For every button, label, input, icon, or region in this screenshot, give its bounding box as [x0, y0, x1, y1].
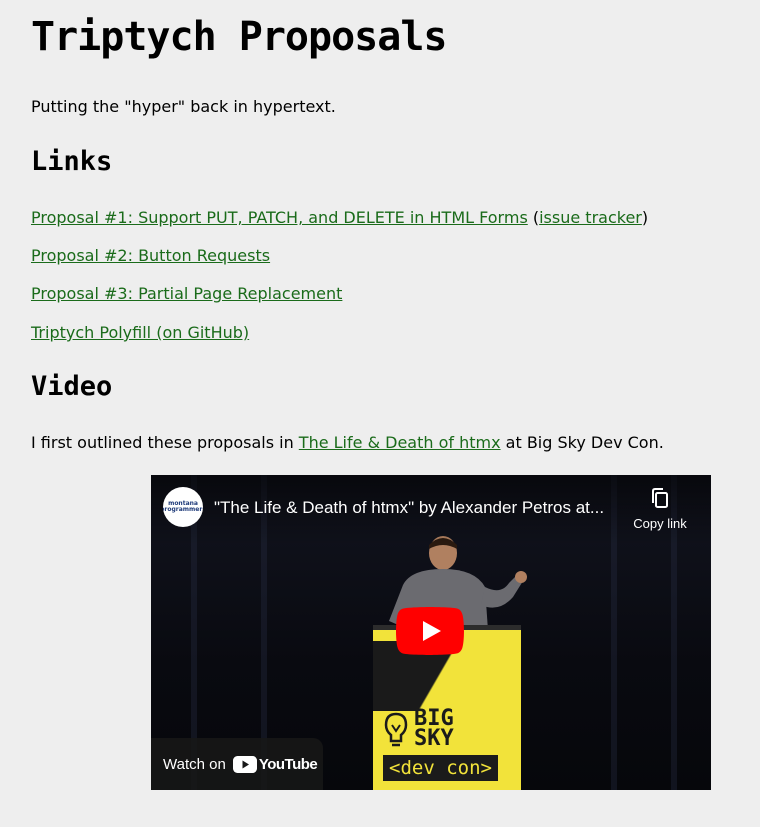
copy-link-label: Copy link	[633, 516, 687, 531]
big-sky-text: BIG SKY	[414, 706, 454, 751]
video-heading: Video	[31, 371, 113, 402]
video-intro-after: at Big Sky Dev Con.	[500, 433, 664, 452]
youtube-wordmark: YouTube	[258, 755, 318, 773]
polyfill-link[interactable]: Triptych Polyfill (on GitHub)	[31, 323, 249, 342]
youtube-play-icon	[232, 755, 257, 773]
bulb-icon	[384, 712, 408, 747]
channel-avatar[interactable]: montana programmers	[163, 487, 203, 527]
link-row-proposal-1: Proposal #1: Support PUT, PATCH, and DEL…	[31, 208, 648, 227]
issue-tracker-link[interactable]: issue tracker	[539, 208, 642, 227]
copy-link-button[interactable]: Copy link	[625, 487, 695, 531]
proposal-3-link[interactable]: Proposal #3: Partial Page Replacement	[31, 284, 342, 303]
proposal-1-link[interactable]: Proposal #1: Support PUT, PATCH, and DEL…	[31, 208, 528, 227]
watch-on-label: Watch on	[163, 755, 226, 773]
link-row-polyfill: Triptych Polyfill (on GitHub)	[31, 323, 249, 342]
channel-avatar-subtext: programmers	[163, 506, 203, 513]
copy-icon	[652, 488, 668, 508]
paren-close: )	[641, 208, 649, 227]
page-title: Triptych Proposals	[31, 14, 447, 60]
paren-open: (	[527, 208, 540, 227]
video-title[interactable]: "The Life & Death of htmx" by Alexander …	[214, 498, 624, 518]
proposal-2-link[interactable]: Proposal #2: Button Requests	[31, 246, 270, 265]
video-intro-before: I first outlined these proposals in	[31, 433, 299, 452]
life-death-htmx-link[interactable]: The Life & Death of htmx	[299, 433, 501, 452]
youtube-embed[interactable]: BIG SKY <dev con> montana programmers "T…	[151, 475, 711, 790]
video-intro: I first outlined these proposals in The …	[31, 433, 664, 452]
tagline: Putting the "hyper" back in hypertext.	[31, 97, 336, 116]
watch-on-youtube-button[interactable]: Watch on YouTube	[151, 738, 323, 790]
link-row-proposal-3: Proposal #3: Partial Page Replacement	[31, 284, 342, 303]
play-button[interactable]	[396, 607, 464, 655]
youtube-logo: YouTube	[232, 755, 318, 773]
link-row-proposal-2: Proposal #2: Button Requests	[31, 246, 270, 265]
dev-con-badge: <dev con>	[383, 755, 498, 781]
links-heading: Links	[31, 146, 113, 177]
